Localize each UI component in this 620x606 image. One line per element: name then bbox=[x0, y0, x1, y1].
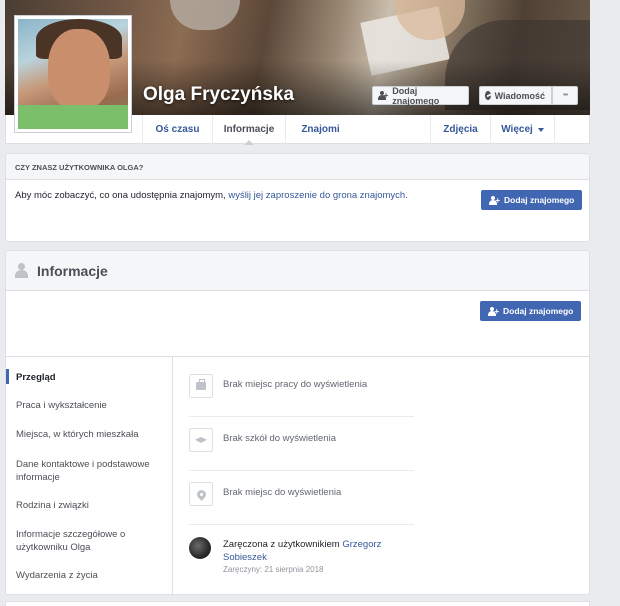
add-friend-label: Dodaj znajomego bbox=[503, 306, 574, 316]
relationship-prefix: Zaręczona z użytkownikiem bbox=[223, 539, 343, 550]
active-indicator bbox=[6, 369, 9, 384]
add-friend-icon: + bbox=[489, 195, 500, 205]
briefcase-icon bbox=[189, 374, 213, 398]
relationship-text: Zaręczona z użytkownikiem Grzegorz Sobie… bbox=[223, 538, 413, 564]
tab-more[interactable]: Więcej bbox=[490, 115, 555, 144]
avatar-photo bbox=[18, 19, 128, 129]
add-friend-label: Dodaj znajomego bbox=[504, 195, 575, 205]
work-entry-text: Brak miejsc pracy do wyświetlenia bbox=[223, 379, 368, 390]
more-dots-icon: ••• bbox=[562, 92, 568, 99]
about-toolbar: + Dodaj znajomego bbox=[6, 291, 589, 357]
know-user-text-prefix: Aby móc zobaczyć, co ona udostępnia znaj… bbox=[15, 190, 229, 201]
profile-avatar[interactable] bbox=[14, 15, 132, 133]
chevron-down-icon bbox=[537, 128, 544, 135]
add-friend-button-3[interactable]: + Dodaj znajomego bbox=[480, 301, 582, 321]
about-card: Informacje + Dodaj znajomego Przegląd Pr… bbox=[5, 250, 590, 595]
partner-avatar[interactable] bbox=[189, 537, 211, 559]
avatar-shape bbox=[18, 105, 128, 129]
sidebar-item-family[interactable]: Rodzina i związki bbox=[16, 499, 166, 512]
engagement-date: Zaręczyny: 21 sierpnia 2018 bbox=[223, 565, 324, 574]
sidebar-item-places[interactable]: Miejsca, w których mieszkała bbox=[16, 428, 166, 441]
sidebar-item-life-events[interactable]: Wydarzenia z życia bbox=[16, 569, 166, 582]
know-user-text: Aby móc zobaczyć, co ona udostępnia znaj… bbox=[15, 190, 408, 201]
tab-friends[interactable]: Znajomi bbox=[285, 115, 355, 144]
add-friend-icon: + bbox=[378, 91, 388, 100]
add-friend-button-2[interactable]: + Dodaj znajomego bbox=[481, 190, 583, 210]
sidebar-item-overview[interactable]: Przegląd bbox=[16, 371, 166, 384]
sidebar-item-details[interactable]: Informacje szczegółowe o użytkowniku Olg… bbox=[16, 528, 166, 554]
about-sidebar: Przegląd Praca i wykształcenie Miejsca, … bbox=[6, 357, 173, 595]
know-user-card: CZY ZNASZ UŻYTKOWNIKA OLGA? Aby móc zoba… bbox=[5, 153, 590, 242]
avatar-shape bbox=[48, 29, 110, 109]
person-icon bbox=[15, 263, 28, 278]
add-friend-icon: + bbox=[488, 306, 499, 316]
about-header: Informacje bbox=[6, 251, 589, 291]
about-title: Informacje bbox=[37, 262, 108, 279]
places-entry: Brak miejsc do wyświetlenia bbox=[189, 471, 414, 525]
more-options-button[interactable]: ••• bbox=[552, 86, 578, 105]
cover-shape bbox=[170, 0, 240, 30]
message-button[interactable]: Wiadomość bbox=[479, 86, 552, 105]
tab-about[interactable]: Informacje bbox=[212, 115, 285, 145]
places-entry-text: Brak miejsc do wyświetlenia bbox=[223, 487, 342, 498]
work-entry: Brak miejsc pracy do wyświetlenia bbox=[189, 363, 414, 417]
school-entry: Brak szkół do wyświetlenia bbox=[189, 417, 414, 471]
next-card-edge bbox=[5, 601, 590, 606]
add-friend-button[interactable]: + Dodaj znajomego bbox=[372, 85, 469, 106]
sidebar-item-work-education[interactable]: Praca i wykształcenie bbox=[16, 399, 166, 412]
profile-name[interactable]: Olga Fryczyńska bbox=[143, 84, 294, 106]
send-request-link[interactable]: wyślij jej zaproszenie do grona znajomyc… bbox=[228, 190, 408, 201]
know-user-heading: CZY ZNASZ UŻYTKOWNIKA OLGA? bbox=[6, 154, 589, 180]
tab-more-label: Więcej bbox=[501, 124, 533, 135]
location-pin-icon bbox=[189, 482, 213, 506]
sidebar-item-contact-info[interactable]: Dane kontaktowe i podstawowe informacje bbox=[16, 458, 166, 484]
school-entry-text: Brak szkół do wyświetlenia bbox=[223, 433, 336, 444]
messenger-icon bbox=[485, 91, 491, 100]
message-label: Wiadomość bbox=[494, 90, 545, 101]
tab-photos[interactable]: Zdjęcia bbox=[430, 115, 490, 144]
tab-timeline[interactable]: Oś czasu bbox=[142, 115, 212, 144]
add-friend-label: Dodaj znajomego bbox=[392, 85, 440, 106]
graduation-cap-icon bbox=[189, 428, 213, 452]
